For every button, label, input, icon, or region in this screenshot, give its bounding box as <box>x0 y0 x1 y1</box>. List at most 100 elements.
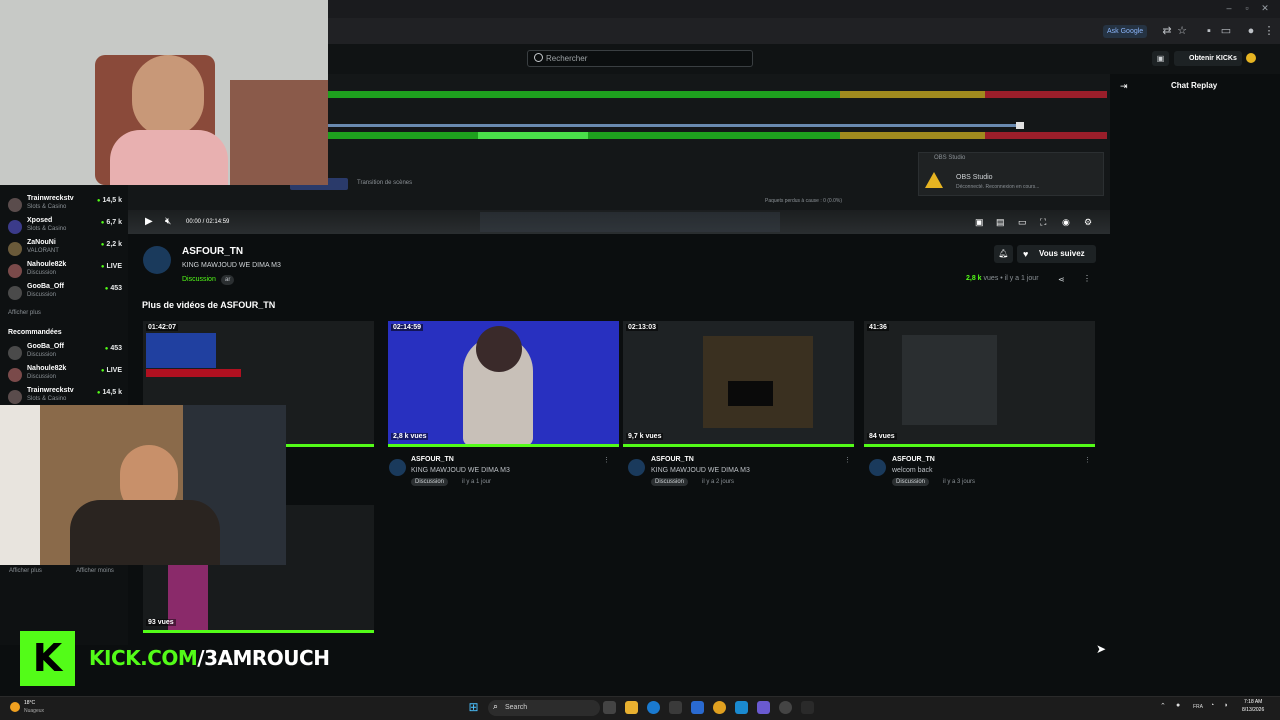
more-options-icon[interactable]: ⋮ <box>603 456 610 464</box>
video-channel[interactable]: ASFOUR_TN <box>411 456 454 463</box>
minimize-icon[interactable]: – <box>1222 2 1236 14</box>
avatar <box>8 198 22 212</box>
thumbnail-image <box>146 369 241 377</box>
sidebar-channel[interactable]: GooBa_Off Discussion 453 <box>8 283 126 305</box>
avatar[interactable] <box>869 459 886 476</box>
collapse-chat-icon[interactable]: ⇥ <box>1120 81 1128 92</box>
video-title[interactable]: welcom back <box>892 467 932 474</box>
audio-meter-peak <box>478 132 588 139</box>
channel-name: Xposed <box>27 217 53 224</box>
mic-icon[interactable]: ● <box>1176 702 1180 709</box>
extension-icon[interactable]: ▪ <box>1202 24 1216 38</box>
video-category-tag[interactable]: Discussion <box>411 478 449 486</box>
video-thumbnail[interactable]: 02:13:03 9,7 k vues <box>623 321 854 447</box>
weather-icon[interactable] <box>10 702 20 712</box>
search-icon <box>534 53 543 62</box>
more-options-icon[interactable]: ⋮ <box>1084 456 1091 464</box>
sidebar-channel[interactable]: Nahoule82k Discussion LIVE <box>8 261 126 283</box>
streamer-avatar[interactable] <box>143 246 171 274</box>
show-more-link-2[interactable]: Afficher plus <box>9 568 42 574</box>
get-kicks-button[interactable]: Obtenir KICKs <box>1174 51 1242 66</box>
bookmark-star-icon[interactable]: ☆ <box>1175 24 1189 38</box>
avatar[interactable] <box>389 459 406 476</box>
webcam-background <box>230 80 328 185</box>
video-duration: 02:14:59 <box>391 324 424 331</box>
sidepanel-icon[interactable]: ▭ <box>1219 24 1233 38</box>
search-icon: ⌕ <box>493 701 499 711</box>
more-options-icon[interactable]: ⋮ <box>1083 274 1091 283</box>
stream-category[interactable]: Discussion <box>182 276 216 283</box>
avatar <box>8 286 22 300</box>
telegram-icon[interactable] <box>735 701 748 714</box>
webcam-overlay-top <box>0 0 328 185</box>
translate-icon[interactable]: ⇄ <box>1160 24 1174 38</box>
recommended-header: Recommandées <box>8 329 62 336</box>
sidebar-channel[interactable]: ZaNouNi VALORANT 2,2 k <box>8 239 126 261</box>
edge-icon[interactable] <box>647 701 660 714</box>
file-explorer-icon[interactable] <box>625 701 638 714</box>
sidebar-channel[interactable]: Xposed Slots & Casino 6,7 k <box>8 217 126 239</box>
close-icon[interactable]: ✕ <box>1258 2 1272 14</box>
clock-time[interactable]: 7:18 AM <box>1244 699 1262 705</box>
video-category-tag[interactable]: Discussion <box>892 478 930 486</box>
input-language[interactable]: FRA <box>1193 704 1203 710</box>
wallet-icon[interactable]: ▣ <box>1152 51 1169 66</box>
sidebar-channel[interactable]: Trainwreckstv Slots & Casino 14,5 k <box>8 195 126 217</box>
volume-icon[interactable]: 🔇︎ <box>165 216 171 227</box>
notification-bell-icon[interactable]: 🔔︎ <box>994 245 1013 263</box>
audio-meter-red <box>985 91 1107 98</box>
fullscreen-icon[interactable]: ⛶ <box>1040 217 1046 228</box>
theater-icon[interactable]: ▭ <box>1018 217 1027 228</box>
task-view-icon[interactable] <box>603 701 616 714</box>
discord-icon[interactable] <box>757 701 770 714</box>
miniplayer-icon[interactable]: ▤ <box>996 217 1005 228</box>
video-channel[interactable]: ASFOUR_TN <box>892 456 935 463</box>
app-icon[interactable] <box>801 701 814 714</box>
video-channel[interactable]: ASFOUR_TN <box>651 456 694 463</box>
clock-date[interactable]: 8/13/2026 <box>1242 707 1264 713</box>
quality-icon[interactable]: ◉ <box>1062 217 1070 228</box>
store-icon[interactable] <box>669 701 682 714</box>
audio-meter-yellow-2 <box>840 132 985 139</box>
share-icon[interactable]: ⋖ <box>1058 275 1065 284</box>
follow-button[interactable]: Vous suivez <box>1017 245 1096 263</box>
show-less-link[interactable]: Afficher moins <box>76 568 114 574</box>
taskbar-search[interactable]: Search <box>488 700 600 716</box>
viewer-count: 14,5 k <box>97 389 122 396</box>
viewer-count: 453 <box>105 345 122 352</box>
user-avatar[interactable] <box>1246 53 1256 63</box>
more-options-icon[interactable]: ⋮ <box>844 456 851 464</box>
sidebar-channel[interactable]: Nahoule82k Discussion LIVE <box>8 365 126 387</box>
maximize-icon[interactable]: ▫ <box>1240 2 1254 14</box>
windows-start-icon[interactable]: ⊞ <box>467 701 480 714</box>
video-title[interactable]: KING MAWJOUD WE DIMA M3 <box>651 467 750 474</box>
mail-icon[interactable] <box>691 701 704 714</box>
sidebar-channel[interactable]: GooBa_Off Discussion 453 <box>8 343 126 365</box>
profile-avatar-icon[interactable]: ● <box>1244 24 1258 38</box>
show-more-link[interactable]: Afficher plus <box>8 310 41 316</box>
channel-name: GooBa_Off <box>27 343 64 350</box>
play-icon[interactable]: ▶ <box>145 216 153 227</box>
speaker-icon[interactable]: ◗ <box>1224 702 1228 709</box>
ask-google-button[interactable]: Ask Google <box>1103 25 1148 38</box>
avatar[interactable] <box>628 459 645 476</box>
scene-transition-label: Transition de scènes <box>357 180 413 186</box>
video-title[interactable]: KING MAWJOUD WE DIMA M3 <box>411 467 510 474</box>
search-input[interactable]: Rechercher <box>527 50 753 67</box>
video-time-ago: il y a 1 jour <box>462 479 492 485</box>
obs-icon[interactable] <box>779 701 792 714</box>
clip-icon[interactable]: ▣ <box>975 217 984 228</box>
browser-menu-icon[interactable]: ⋮ <box>1262 24 1276 38</box>
thumbnail-image <box>476 326 522 372</box>
tray-chevron-icon[interactable]: ⌃ <box>1160 702 1166 710</box>
settings-icon[interactable]: ⚙ <box>1084 217 1092 228</box>
video-thumbnail[interactable]: 41:36 84 vues <box>864 321 1095 447</box>
time-ago: il y a 1 jour <box>1004 275 1039 282</box>
video-category-tag[interactable]: Discussion <box>651 478 689 486</box>
video-thumbnail[interactable]: 02:14:59 2,8 k vues <box>388 321 619 447</box>
obs-message: Déconnecté. Reconnexion en cours... <box>956 184 1040 190</box>
network-icon[interactable]: ◔ <box>1210 702 1214 709</box>
channel-name[interactable]: ASFOUR_TN <box>182 246 243 257</box>
chrome-icon[interactable] <box>713 701 726 714</box>
video-duration: 41:36 <box>867 324 889 331</box>
